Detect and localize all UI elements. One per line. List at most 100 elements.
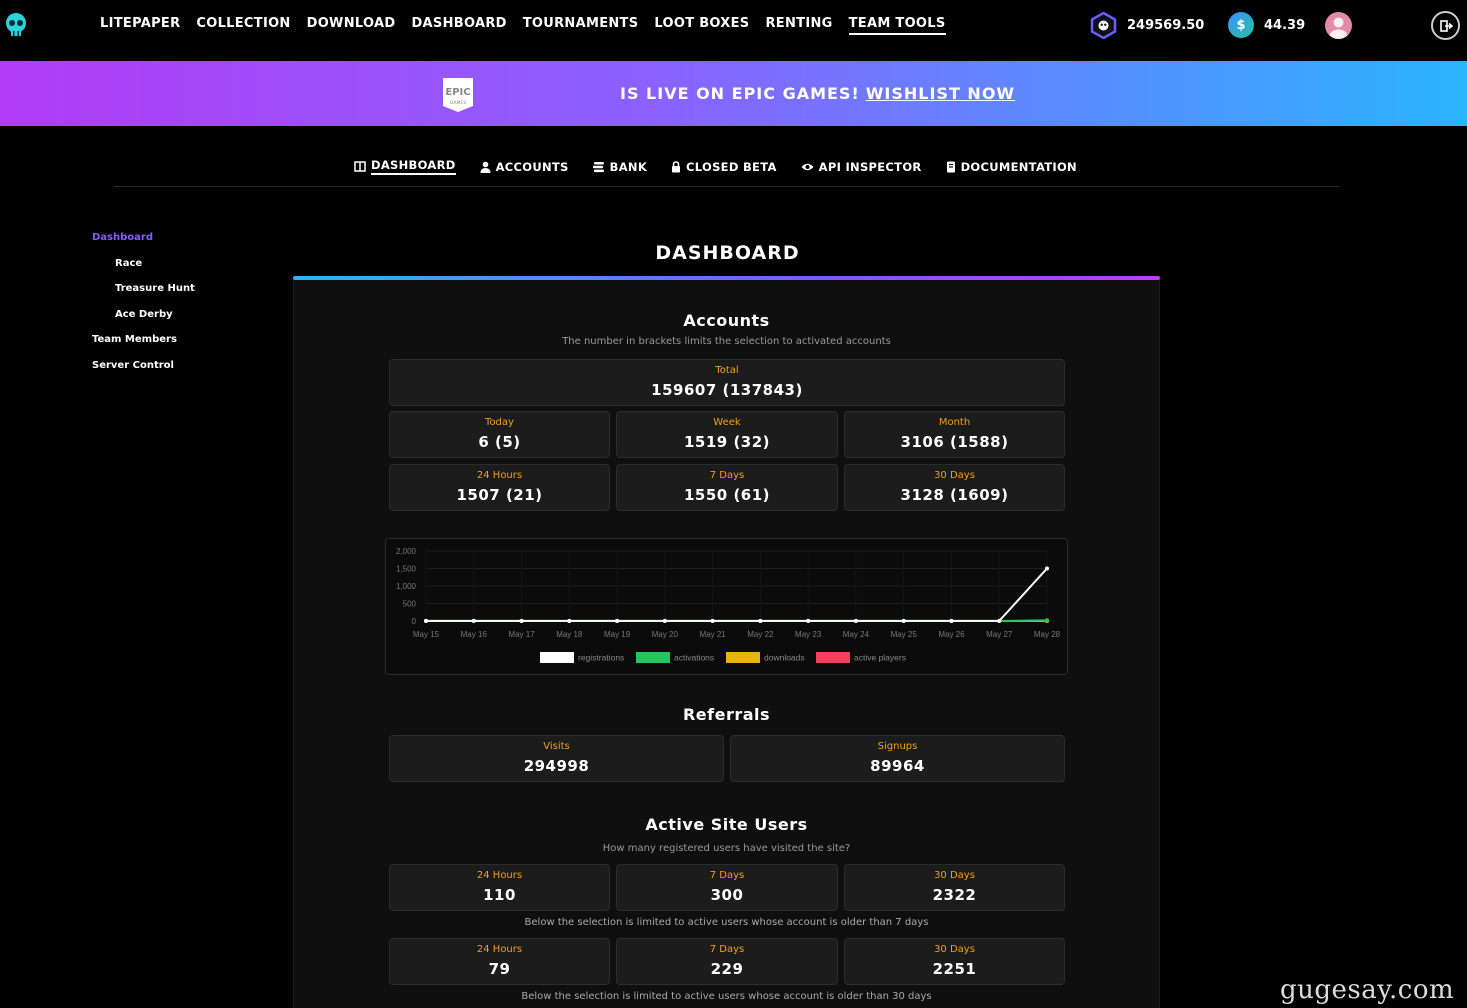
stat-label: 30 Days: [934, 870, 975, 881]
y-tick-label: 1,000: [396, 582, 417, 591]
stat-value: 294998: [523, 757, 590, 775]
nav-link-loot-boxes[interactable]: LOOT BOXES: [654, 16, 749, 35]
stat-card-24-hours: 24 Hours 1507 (21): [389, 464, 610, 511]
x-tick-label: May 15: [413, 630, 440, 639]
active-users-subtitle: How many registered users have visited t…: [602, 843, 851, 854]
columns-icon: [354, 161, 366, 172]
sidebar-item-treasure-hunt[interactable]: Treasure Hunt: [92, 281, 195, 307]
nav-link-tournaments[interactable]: TOURNAMENTS: [523, 16, 639, 35]
legend-swatch-registrations: [540, 652, 574, 663]
y-tick-label: 1,500: [396, 565, 417, 574]
stat-value: 3106 (1588): [900, 433, 1009, 451]
subnav-bank[interactable]: BANK: [592, 160, 647, 174]
sidebar-item-ace-derby[interactable]: Ace Derby: [92, 307, 195, 333]
data-point: [758, 618, 763, 623]
stat-value: 79: [488, 960, 511, 978]
stat-card-visits: Visits 294998: [389, 735, 724, 782]
x-tick-label: May 18: [556, 630, 583, 639]
stat-label: 30 Days: [934, 944, 975, 955]
banner-message: IS LIVE ON EPIC GAMES! WISHLIST NOW: [620, 84, 1015, 103]
data-point: [1045, 566, 1049, 571]
nav-link-download[interactable]: DOWNLOAD: [307, 16, 396, 35]
wishlist-link[interactable]: WISHLIST NOW: [866, 84, 1015, 103]
stat-label: 30 Days: [934, 470, 975, 481]
stat-label: 24 Hours: [476, 944, 523, 955]
hex-balance[interactable]: 249569.50: [1090, 11, 1205, 39]
stat-card-week: Week 1519 (32): [616, 411, 838, 458]
subnav-api-inspector[interactable]: API INSPECTOR: [801, 160, 922, 174]
stat-card-active-30-days: 30 Days 2322: [844, 864, 1065, 911]
accounts-chart: 2,000 1,500 1,000 500 0 May 15 May 16 May 17 May…: [385, 538, 1068, 675]
data-point: [806, 618, 811, 623]
stat-value: 1519 (32): [683, 433, 771, 451]
stat-card-7-days: 7 Days 1550 (61): [616, 464, 838, 511]
stat-card-signups: Signups 89964: [730, 735, 1065, 782]
y-tick-label: 2,000: [396, 547, 417, 556]
stat-label: 7 Days: [709, 944, 745, 955]
stat-value: 6 (5): [478, 433, 521, 451]
x-tick-label: May 23: [795, 630, 822, 639]
user-avatar[interactable]: [1325, 12, 1352, 39]
subnav-dashboard-label: DASHBOARD: [371, 158, 456, 175]
sidebar-item-server-control[interactable]: Server Control: [92, 358, 195, 384]
legend-label: activations: [674, 653, 714, 663]
skull-logo-icon[interactable]: [4, 12, 28, 38]
active-users-note-7-days: Below the selection is limited to active…: [524, 917, 929, 928]
stat-label: 7 Days: [709, 470, 745, 481]
x-tick-label: May 17: [508, 630, 535, 639]
nav-link-collection[interactable]: COLLECTION: [196, 16, 290, 35]
panel-gradient-bar: [293, 276, 1160, 280]
x-tick-label: May 19: [604, 630, 631, 639]
active-users-title: Active Site Users: [645, 815, 808, 834]
data-point: [519, 618, 524, 623]
stat-card-older-24-hours: 24 Hours 79: [389, 938, 610, 985]
main-nav-links: LITEPAPER COLLECTION DOWNLOAD DASHBOARD …: [100, 16, 962, 35]
person-icon: [1329, 17, 1348, 39]
nav-link-team-tools[interactable]: TEAM TOOLS: [848, 16, 946, 35]
referrals-title: Referrals: [682, 705, 771, 724]
logout-button[interactable]: [1431, 11, 1460, 40]
stat-value: 2251: [932, 960, 977, 978]
stat-label: Total: [715, 365, 739, 376]
page-title: DASHBOARD: [655, 242, 800, 264]
stat-value: 229: [710, 960, 744, 978]
epic-logo-text: EPIC: [445, 87, 470, 98]
x-tick-label: May 26: [938, 630, 965, 639]
subnav-closed-beta[interactable]: CLOSED BETA: [671, 160, 777, 174]
hexagon-token-icon: [1090, 11, 1117, 39]
stat-card-older-30-days: 30 Days 2251: [844, 938, 1065, 985]
data-point: [949, 618, 954, 623]
nav-link-dashboard[interactable]: DASHBOARD: [411, 16, 506, 35]
nav-link-litepaper[interactable]: LITEPAPER: [100, 16, 180, 35]
stat-label: Signups: [877, 741, 918, 752]
book-icon: [946, 161, 955, 172]
data-point: [901, 618, 906, 623]
nav-link-renting[interactable]: RENTING: [765, 16, 832, 35]
stat-value: 2322: [932, 886, 977, 904]
subnav-documentation[interactable]: DOCUMENTATION: [946, 160, 1077, 174]
accounts-title: Accounts: [683, 311, 770, 330]
data-point: [853, 618, 858, 623]
data-point: [710, 618, 715, 623]
usd-balance-value: 44.39: [1264, 17, 1306, 33]
subnav-accounts[interactable]: ACCOUNTS: [480, 160, 569, 174]
subnav-accounts-label: ACCOUNTS: [495, 159, 569, 174]
subnav-dashboard[interactable]: DASHBOARD: [354, 158, 456, 175]
subnav-documentation-label: DOCUMENTATION: [960, 159, 1077, 174]
sidebar-item-team-members[interactable]: Team Members: [92, 332, 195, 358]
epic-logo-subtext: GAMES: [450, 100, 466, 106]
lock-icon: [672, 160, 681, 172]
data-point: [567, 618, 572, 623]
stat-label: 24 Hours: [476, 470, 523, 481]
subnav-closed-beta-label: CLOSED BETA: [686, 159, 777, 174]
stat-card-today: Today 6 (5): [389, 411, 610, 458]
usd-balance[interactable]: $ 44.39: [1228, 12, 1305, 38]
y-tick-label: 0: [412, 617, 417, 626]
stat-card-active-7-days: 7 Days 300: [616, 864, 838, 911]
data-point: [997, 618, 1002, 623]
hex-balance-value: 249569.50: [1127, 17, 1205, 33]
promo-banner: EPIC GAMES IS LIVE ON EPIC GAMES! WISHLIS…: [0, 61, 1467, 126]
x-tick-label: May 27: [986, 630, 1013, 639]
data-point: [471, 618, 476, 623]
sub-nav: DASHBOARD ACCOUNTS BANK CLOSED BETA API …: [114, 150, 1339, 187]
